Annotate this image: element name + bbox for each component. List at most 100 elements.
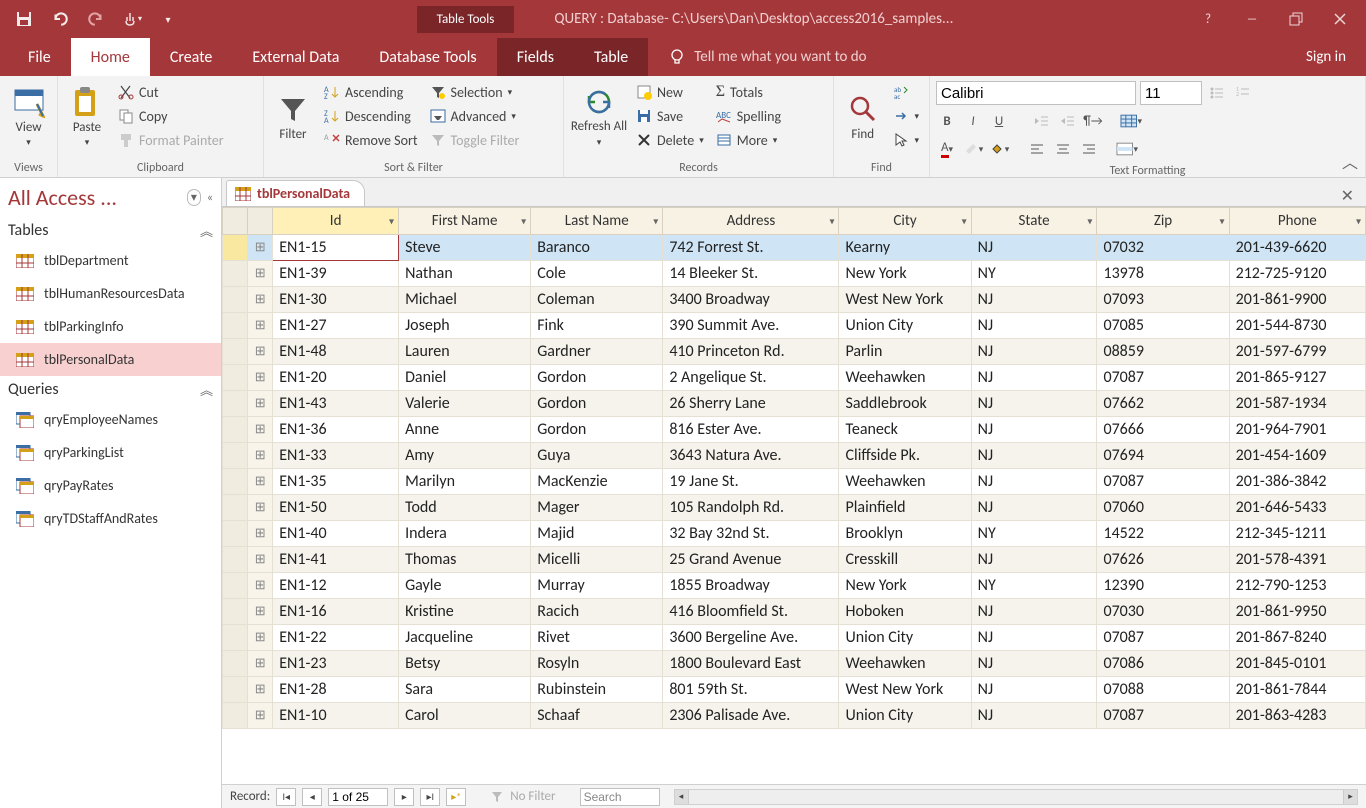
column-filter-icon[interactable]: ▾	[962, 215, 967, 228]
advanced-button[interactable]: Advanced▾	[426, 104, 524, 128]
close-icon[interactable]	[1320, 4, 1360, 34]
table-row[interactable]: ⊞EN1-15SteveBaranco742 Forrest St.Kearny…	[223, 235, 1366, 261]
cell[interactable]: West New York	[839, 677, 971, 703]
cell[interactable]: 3600 Bergeline Ave.	[663, 625, 839, 651]
cell[interactable]: EN1-15	[273, 235, 399, 261]
cell[interactable]: 1855 Broadway	[663, 573, 839, 599]
row-selector[interactable]	[223, 495, 248, 521]
last-record-button[interactable]: ▸I	[420, 788, 440, 806]
record-search-input[interactable]	[580, 788, 660, 806]
horizontal-scrollbar[interactable]: ◂▸	[674, 789, 1358, 805]
cell[interactable]: Murray	[531, 573, 663, 599]
row-selector[interactable]	[223, 625, 248, 651]
row-selector[interactable]	[223, 651, 248, 677]
view-button[interactable]: View ▾	[6, 80, 51, 154]
expand-row-icon[interactable]: ⊞	[248, 703, 273, 729]
cell[interactable]: 07032	[1097, 235, 1229, 261]
expand-row-icon[interactable]: ⊞	[248, 235, 273, 261]
table-row[interactable]: ⊞EN1-30MichaelColeman3400 BroadwayWest N…	[223, 287, 1366, 313]
cell[interactable]: 07086	[1097, 651, 1229, 677]
cell[interactable]: Carol	[399, 703, 531, 729]
cell[interactable]: 07093	[1097, 287, 1229, 313]
underline-button[interactable]: U	[988, 110, 1010, 132]
cell[interactable]: 212-790-1253	[1229, 573, 1365, 599]
cell[interactable]: 105 Randolph Rd.	[663, 495, 839, 521]
collapse-section-icon[interactable]: ︽	[200, 221, 213, 240]
restore-icon[interactable]	[1276, 4, 1316, 34]
align-left-button[interactable]	[1026, 138, 1048, 160]
cell[interactable]: 201-863-4283	[1229, 703, 1365, 729]
nav-table-tblPersonalData[interactable]: tblPersonalData	[0, 343, 221, 376]
cell[interactable]: NJ	[971, 235, 1097, 261]
cell[interactable]: EN1-10	[273, 703, 399, 729]
expand-row-icon[interactable]: ⊞	[248, 365, 273, 391]
expand-row-icon[interactable]: ⊞	[248, 261, 273, 287]
cell[interactable]: 2306 Palisade Ave.	[663, 703, 839, 729]
table-row[interactable]: ⊞EN1-36AnneGordon816 Ester Ave.TeaneckNJ…	[223, 417, 1366, 443]
expand-row-icon[interactable]: ⊞	[248, 573, 273, 599]
cell[interactable]: 26 Sherry Lane	[663, 391, 839, 417]
ascending-button[interactable]: AZAscending	[320, 80, 422, 104]
cell[interactable]: 201-865-9127	[1229, 365, 1365, 391]
cell[interactable]: 212-725-9120	[1229, 261, 1365, 287]
cell[interactable]: Rivet	[531, 625, 663, 651]
cell[interactable]: 201-587-1934	[1229, 391, 1365, 417]
cell[interactable]: 201-861-9900	[1229, 287, 1365, 313]
cell[interactable]: 201-964-7901	[1229, 417, 1365, 443]
cell[interactable]: Rosyln	[531, 651, 663, 677]
tab-home[interactable]: Home	[71, 38, 150, 76]
cell[interactable]: 08859	[1097, 339, 1229, 365]
cell[interactable]: Cliffside Pk.	[839, 443, 971, 469]
cell[interactable]: Amy	[399, 443, 531, 469]
expand-row-icon[interactable]: ⊞	[248, 417, 273, 443]
tab-file[interactable]: File	[8, 38, 71, 76]
cell[interactable]: 201-386-3842	[1229, 469, 1365, 495]
cell[interactable]: 07087	[1097, 365, 1229, 391]
select-button[interactable]: ▾	[889, 128, 923, 152]
expand-row-icon[interactable]: ⊞	[248, 495, 273, 521]
cell[interactable]: 3643 Natura Ave.	[663, 443, 839, 469]
cell[interactable]: Baranco	[531, 235, 663, 261]
font-color-button[interactable]: A▾	[936, 138, 958, 160]
table-row[interactable]: ⊞EN1-39NathanCole14 Bleeker St.New YorkN…	[223, 261, 1366, 287]
cell[interactable]: Todd	[399, 495, 531, 521]
row-selector[interactable]	[223, 287, 248, 313]
sign-in-link[interactable]: Sign in	[1306, 38, 1366, 76]
cell[interactable]: 416 Bloomfield St.	[663, 599, 839, 625]
cell[interactable]: 07085	[1097, 313, 1229, 339]
cell[interactable]: EN1-33	[273, 443, 399, 469]
font-family-select[interactable]	[936, 81, 1136, 105]
cell[interactable]: Gordon	[531, 365, 663, 391]
cell[interactable]: EN1-27	[273, 313, 399, 339]
copy-button[interactable]: Copy	[114, 104, 228, 128]
column-filter-icon[interactable]: ▾	[829, 215, 834, 228]
cell[interactable]: Micelli	[531, 547, 663, 573]
next-record-button[interactable]: ▸	[394, 788, 414, 806]
expand-row-icon[interactable]: ⊞	[248, 599, 273, 625]
cell[interactable]: NY	[971, 521, 1097, 547]
cell[interactable]: Gordon	[531, 391, 663, 417]
expand-row-icon[interactable]: ⊞	[248, 287, 273, 313]
cell[interactable]: Anne	[399, 417, 531, 443]
cell[interactable]: NJ	[971, 287, 1097, 313]
cell[interactable]: 201-646-5433	[1229, 495, 1365, 521]
first-record-button[interactable]: I◂	[276, 788, 296, 806]
row-selector[interactable]	[223, 443, 248, 469]
italic-button[interactable]: I	[962, 110, 984, 132]
cell[interactable]: 07662	[1097, 391, 1229, 417]
cell[interactable]: EN1-43	[273, 391, 399, 417]
table-row[interactable]: ⊞EN1-12GayleMurray1855 BroadwayNew YorkN…	[223, 573, 1366, 599]
record-position-input[interactable]	[328, 788, 388, 806]
cell[interactable]: Racich	[531, 599, 663, 625]
undo-icon[interactable]	[46, 5, 74, 33]
cell[interactable]: NJ	[971, 365, 1097, 391]
cell[interactable]: Daniel	[399, 365, 531, 391]
descending-button[interactable]: ZADescending	[320, 104, 422, 128]
cell[interactable]: 201-454-1609	[1229, 443, 1365, 469]
cell[interactable]: 07060	[1097, 495, 1229, 521]
cell[interactable]: Coleman	[531, 287, 663, 313]
save-qat-icon[interactable]	[10, 5, 38, 33]
cell[interactable]: 201-845-0101	[1229, 651, 1365, 677]
cell[interactable]: 390 Summit Ave.	[663, 313, 839, 339]
cell[interactable]: Kristine	[399, 599, 531, 625]
